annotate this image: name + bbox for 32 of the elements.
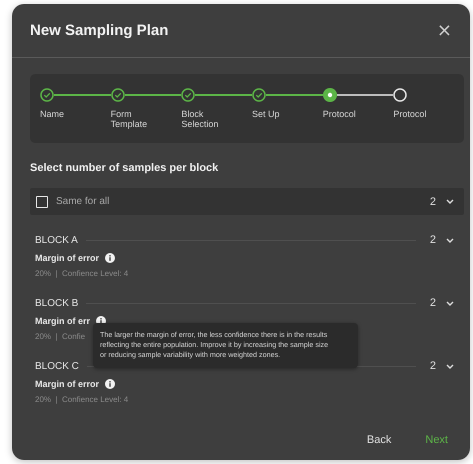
chevron-down-icon: [446, 364, 454, 368]
info-icon[interactable]: [105, 253, 116, 263]
step-label: Set Up: [252, 109, 281, 120]
block-name: BLOCK A: [35, 234, 78, 246]
block-info: 20% | Confience Level: 4: [35, 269, 128, 278]
dialog-title: New Sampling Plan: [30, 22, 168, 39]
step-label: Name: [40, 109, 66, 120]
sample-count-dropdown[interactable]: 2: [428, 360, 456, 372]
step-label: Form Template: [110, 109, 148, 130]
step-label: Protocol: [393, 109, 428, 120]
checkbox[interactable]: [36, 196, 48, 208]
section-title: Select number of samples per block: [30, 162, 220, 174]
back-button[interactable]: Back: [360, 430, 398, 450]
close-button[interactable]: ×: [432, 20, 456, 41]
block-name: BLOCK C: [35, 360, 79, 372]
sample-count-dropdown[interactable]: 2: [428, 234, 456, 246]
block-info: 20% | Confience Level: 4: [35, 395, 128, 404]
info-icon[interactable]: [105, 379, 116, 389]
margin-label: Margin of err: [35, 316, 90, 326]
chevron-down-icon: [446, 300, 454, 306]
margin-label: Margin of error: [35, 379, 100, 389]
chevron-down-icon: [446, 199, 454, 204]
next-button[interactable]: Next: [419, 430, 454, 450]
chevron-down-icon: [446, 238, 454, 242]
margin-label: Margin of error: [35, 253, 100, 263]
step-label: Block Selection: [181, 109, 220, 130]
block-info: 20% | Confie: [35, 332, 86, 341]
block-name: BLOCK B: [35, 298, 78, 308]
sample-count-dropdown[interactable]: 2: [428, 196, 456, 208]
step-label: Protocol: [322, 109, 357, 120]
sample-count-dropdown[interactable]: 2: [428, 297, 456, 309]
checkbox-label: Same for all: [56, 196, 110, 207]
